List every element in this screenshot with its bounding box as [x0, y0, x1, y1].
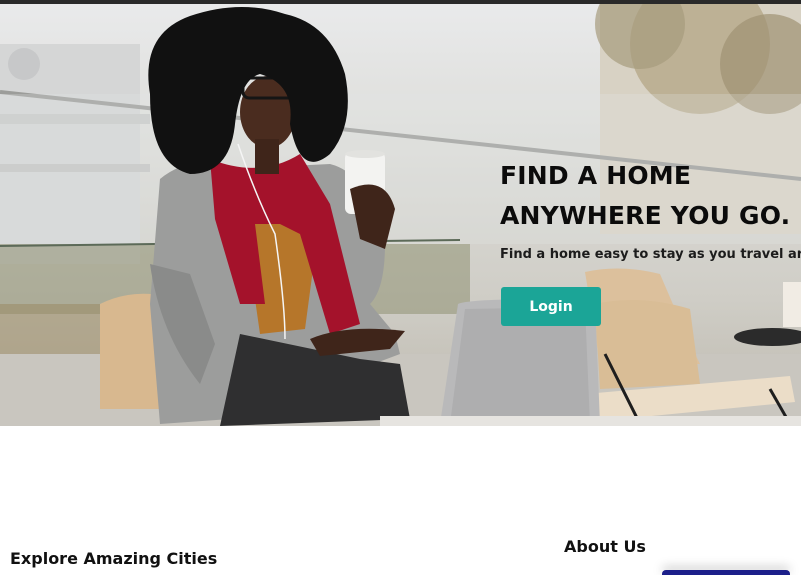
about-us-heading: About Us	[564, 537, 646, 556]
hero-copy: FIND A HOME ANYWHERE YOU GO. Find a home…	[500, 156, 801, 262]
hero-title-line-2: ANYWHERE YOU GO.	[500, 201, 791, 230]
hero-subtitle: Find a home easy to stay as you travel a…	[500, 247, 801, 262]
login-button[interactable]: Login	[501, 287, 601, 326]
hero-title-line-1: FIND A HOME	[500, 161, 692, 190]
hero-banner: FIND A HOME ANYWHERE YOU GO. Find a home…	[0, 4, 801, 426]
side-table	[734, 328, 801, 346]
background-dome	[8, 48, 40, 80]
explore-cities-heading: Explore Amazing Cities	[10, 549, 218, 568]
footer-accent-card	[662, 570, 790, 575]
